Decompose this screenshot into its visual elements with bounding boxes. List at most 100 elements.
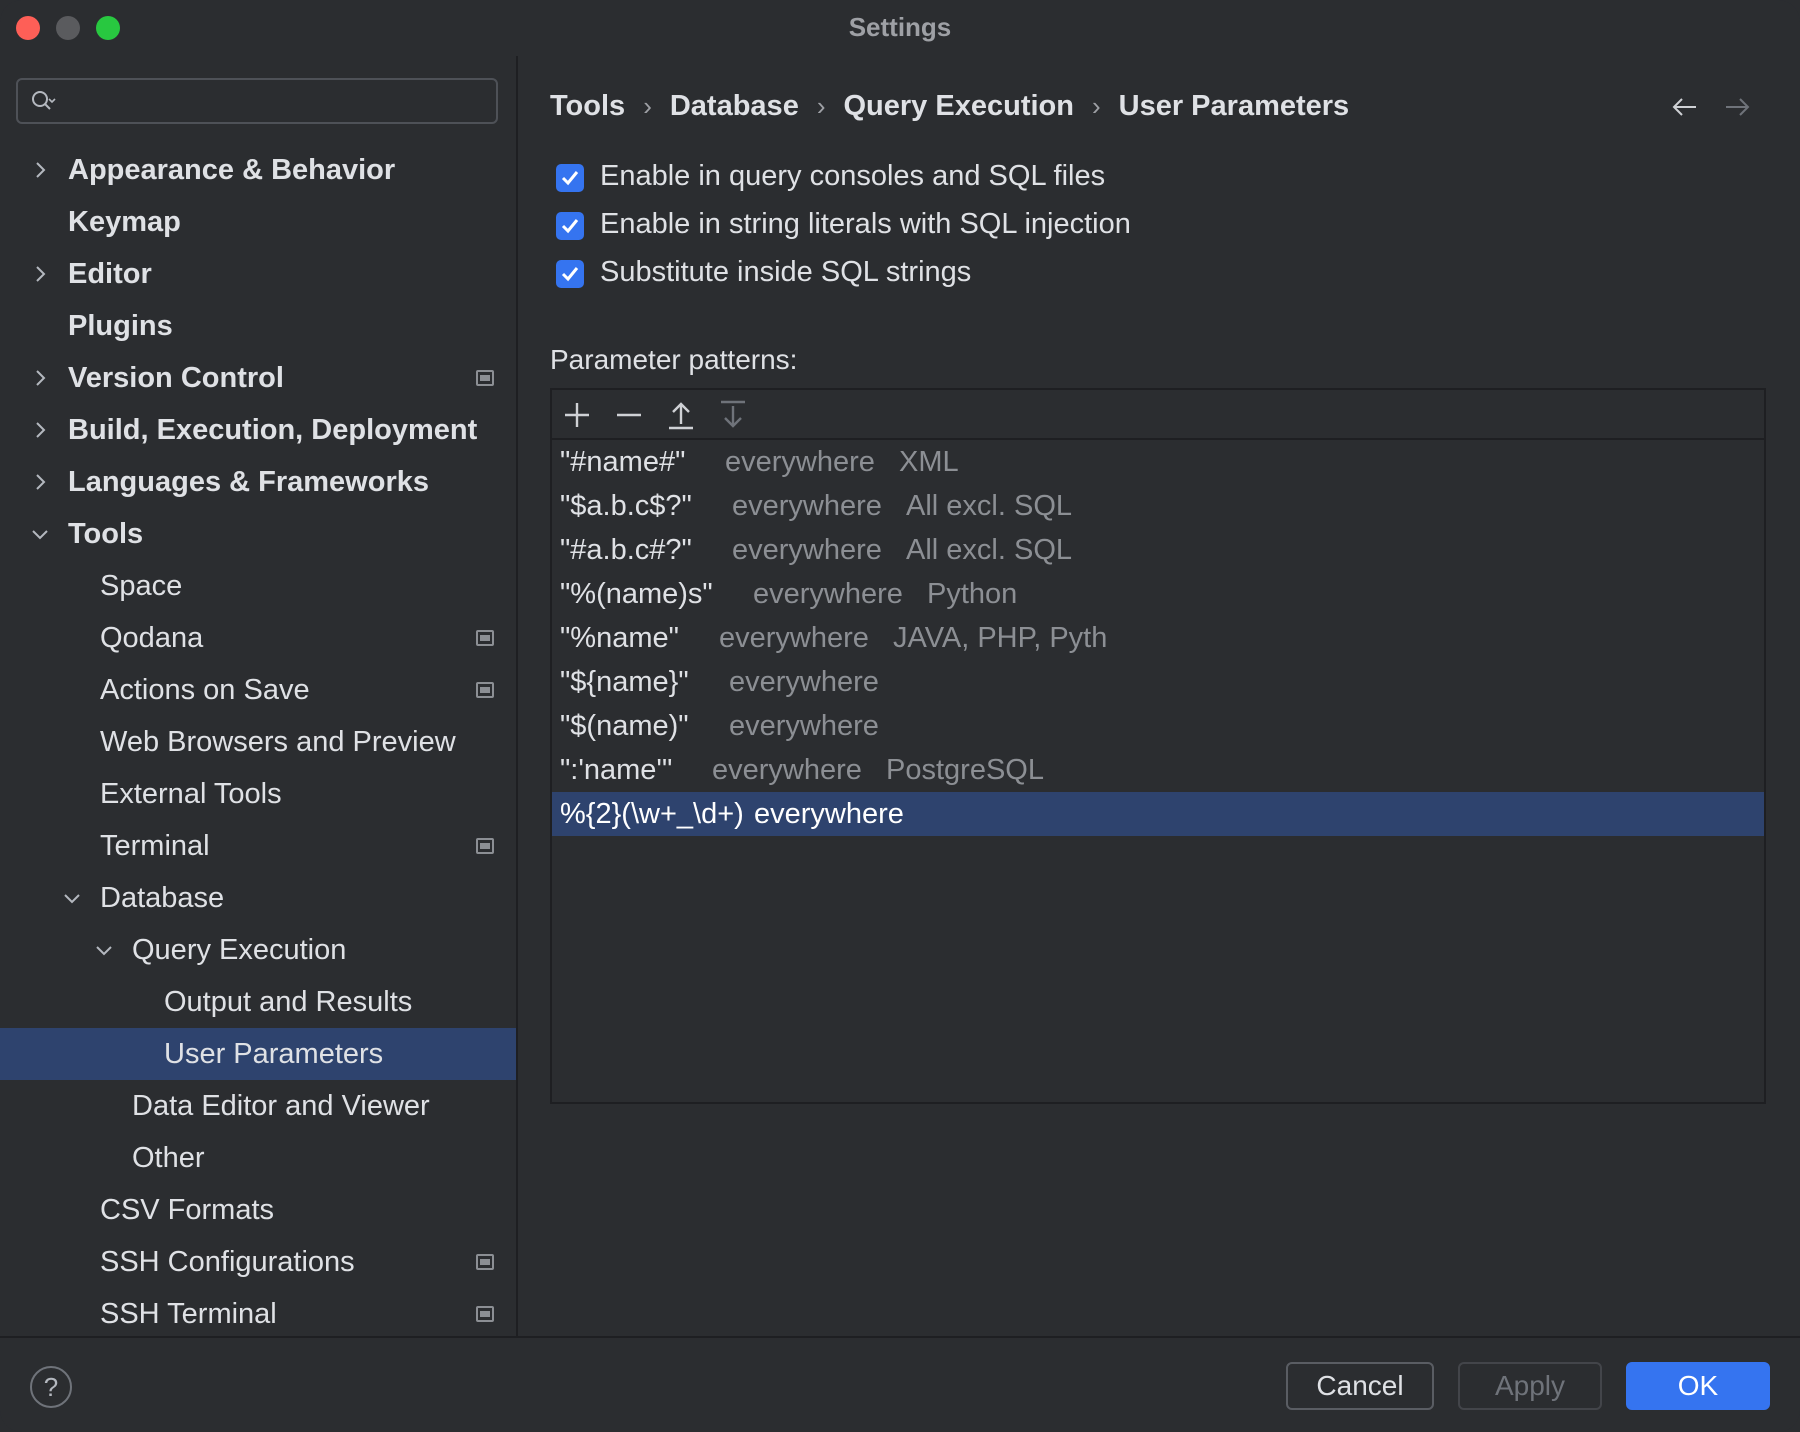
- breadcrumb-separator: ›: [1092, 84, 1101, 128]
- breadcrumb-separator: ›: [817, 84, 826, 128]
- sidebar-item-label: Query Execution: [132, 924, 346, 976]
- chevron-right-icon[interactable]: [28, 262, 52, 286]
- title-bar: Settings: [0, 0, 1800, 56]
- pattern-row[interactable]: "#name#"everywhereXML: [552, 440, 1764, 484]
- pattern-language: Python: [927, 572, 1017, 616]
- sidebar-item-label: Keymap: [68, 196, 181, 248]
- project-level-icon: [476, 682, 494, 698]
- pattern-row[interactable]: "#a.b.c#?"everywhereAll excl. SQL: [552, 528, 1764, 572]
- breadcrumb-item[interactable]: Database: [670, 84, 799, 128]
- checkmark-icon: [559, 263, 581, 285]
- option-checkbox[interactable]: [556, 260, 584, 288]
- cancel-button[interactable]: Cancel: [1286, 1362, 1434, 1410]
- pattern-scope: everywhere: [732, 484, 882, 528]
- pattern-scope: everywhere: [753, 572, 903, 616]
- move-up-icon[interactable]: [664, 398, 698, 432]
- sidebar-item-plugins[interactable]: Plugins: [0, 300, 516, 352]
- option-checkbox[interactable]: [556, 164, 584, 192]
- sidebar-item-label: User Parameters: [164, 1028, 383, 1080]
- option-checkbox[interactable]: [556, 212, 584, 240]
- chevron-right-icon[interactable]: [28, 470, 52, 494]
- sidebar-item-editor[interactable]: Editor: [0, 248, 516, 300]
- settings-sidebar: Appearance & BehaviorKeymapEditorPlugins…: [0, 56, 516, 1336]
- apply-button[interactable]: Apply: [1458, 1362, 1602, 1410]
- sidebar-item-label: External Tools: [100, 768, 282, 820]
- breadcrumb-separator: ›: [643, 84, 652, 128]
- move-down-icon[interactable]: [716, 398, 750, 432]
- sidebar-item-label: Tools: [68, 508, 143, 560]
- sidebar-item-web-browsers-and-preview[interactable]: Web Browsers and Preview: [0, 716, 516, 768]
- pattern-language: XML: [899, 440, 959, 484]
- sidebar-item-label: Qodana: [100, 612, 203, 664]
- pattern-text: "#a.b.c#?": [560, 528, 692, 572]
- pattern-row[interactable]: "$(name)"everywhere: [552, 704, 1764, 748]
- sidebar-item-ssh-configurations[interactable]: SSH Configurations: [0, 1236, 516, 1288]
- remove-icon[interactable]: [612, 398, 646, 432]
- settings-tree: Appearance & BehaviorKeymapEditorPlugins…: [0, 144, 516, 1340]
- sidebar-item-csv-formats[interactable]: CSV Formats: [0, 1184, 516, 1236]
- pattern-row[interactable]: "$a.b.c$?"everywhereAll excl. SQL: [552, 484, 1764, 528]
- pattern-language: PostgreSQL: [886, 748, 1044, 792]
- sidebar-item-build-execution-deployment[interactable]: Build, Execution, Deployment: [0, 404, 516, 456]
- patterns-rows: "#name#"everywhereXML"$a.b.c$?"everywher…: [552, 440, 1764, 836]
- sidebar-item-output-and-results[interactable]: Output and Results: [0, 976, 516, 1028]
- sidebar-item-label: Database: [100, 872, 224, 924]
- pattern-text: "%name": [560, 616, 679, 660]
- pattern-row[interactable]: ":'name'"everywherePostgreSQL: [552, 748, 1764, 792]
- pattern-scope: everywhere: [732, 528, 882, 572]
- pattern-scope: everywhere: [719, 616, 869, 660]
- search-icon[interactable]: [30, 89, 56, 115]
- sidebar-item-space[interactable]: Space: [0, 560, 516, 612]
- ok-button[interactable]: OK: [1626, 1362, 1770, 1410]
- sidebar-item-data-editor-and-viewer[interactable]: Data Editor and Viewer: [0, 1080, 516, 1132]
- help-button[interactable]: ?: [30, 1366, 72, 1408]
- breadcrumb-item[interactable]: Tools: [550, 84, 625, 128]
- sidebar-item-languages-frameworks[interactable]: Languages & Frameworks: [0, 456, 516, 508]
- sidebar-item-actions-on-save[interactable]: Actions on Save: [0, 664, 516, 716]
- sidebar-item-user-parameters[interactable]: User Parameters: [0, 1028, 516, 1080]
- pattern-text: ":'name'": [560, 748, 672, 792]
- sidebar-item-qodana[interactable]: Qodana: [0, 612, 516, 664]
- breadcrumb-item[interactable]: Query Execution: [844, 84, 1074, 128]
- chevron-right-icon[interactable]: [28, 418, 52, 442]
- sidebar-item-label: Languages & Frameworks: [68, 456, 429, 508]
- settings-search-input[interactable]: [16, 78, 498, 124]
- chevron-right-icon[interactable]: [28, 158, 52, 182]
- sidebar-item-label: CSV Formats: [100, 1184, 274, 1236]
- chevron-right-icon[interactable]: [28, 366, 52, 390]
- back-arrow-icon[interactable]: [1670, 92, 1700, 122]
- parameter-patterns-label: Parameter patterns:: [550, 340, 797, 380]
- pattern-row[interactable]: "%(name)s" everywhere Python: [552, 572, 1764, 616]
- chevron-down-icon[interactable]: [92, 938, 116, 962]
- sidebar-item-keymap[interactable]: Keymap: [0, 196, 516, 248]
- sidebar-item-query-execution[interactable]: Query Execution: [0, 924, 516, 976]
- sidebar-item-database[interactable]: Database: [0, 872, 516, 924]
- forward-arrow-icon[interactable]: [1722, 92, 1752, 122]
- sidebar-item-label: Editor: [68, 248, 152, 300]
- pattern-row[interactable]: %{2}(\w+_\d+)everywhere: [552, 792, 1764, 836]
- sidebar-item-external-tools[interactable]: External Tools: [0, 768, 516, 820]
- pattern-scope: everywhere: [729, 660, 879, 704]
- project-level-icon: [476, 370, 494, 386]
- sidebar-item-ssh-terminal[interactable]: SSH Terminal: [0, 1288, 516, 1340]
- project-level-icon: [476, 1254, 494, 1270]
- sidebar-item-other[interactable]: Other: [0, 1132, 516, 1184]
- sidebar-item-appearance-behavior[interactable]: Appearance & Behavior: [0, 144, 516, 196]
- checkmark-icon: [559, 215, 581, 237]
- sidebar-item-tools[interactable]: Tools: [0, 508, 516, 560]
- project-level-icon: [476, 630, 494, 646]
- add-icon[interactable]: [560, 398, 594, 432]
- option-label: Enable in string literals with SQL injec…: [600, 204, 1131, 244]
- chevron-down-icon[interactable]: [60, 886, 84, 910]
- sidebar-item-version-control[interactable]: Version Control: [0, 352, 516, 404]
- chevron-down-icon[interactable]: [28, 522, 52, 546]
- content-pane: Tools › Database › Query Execution › User Para…: [518, 56, 1800, 1336]
- breadcrumb-item[interactable]: User Parameters: [1119, 84, 1350, 128]
- pattern-row[interactable]: "%name"everywhereJAVA, PHP, Pyth: [552, 616, 1764, 660]
- sidebar-item-label: Build, Execution, Deployment: [68, 404, 477, 456]
- sidebar-item-label: Actions on Save: [100, 664, 310, 716]
- pattern-row[interactable]: "${name}"everywhere: [552, 660, 1764, 704]
- sidebar-item-terminal[interactable]: Terminal: [0, 820, 516, 872]
- pattern-text: "%(name)s": [560, 572, 713, 616]
- breadcrumb: Tools › Database › Query Execution › User Para…: [550, 84, 1349, 128]
